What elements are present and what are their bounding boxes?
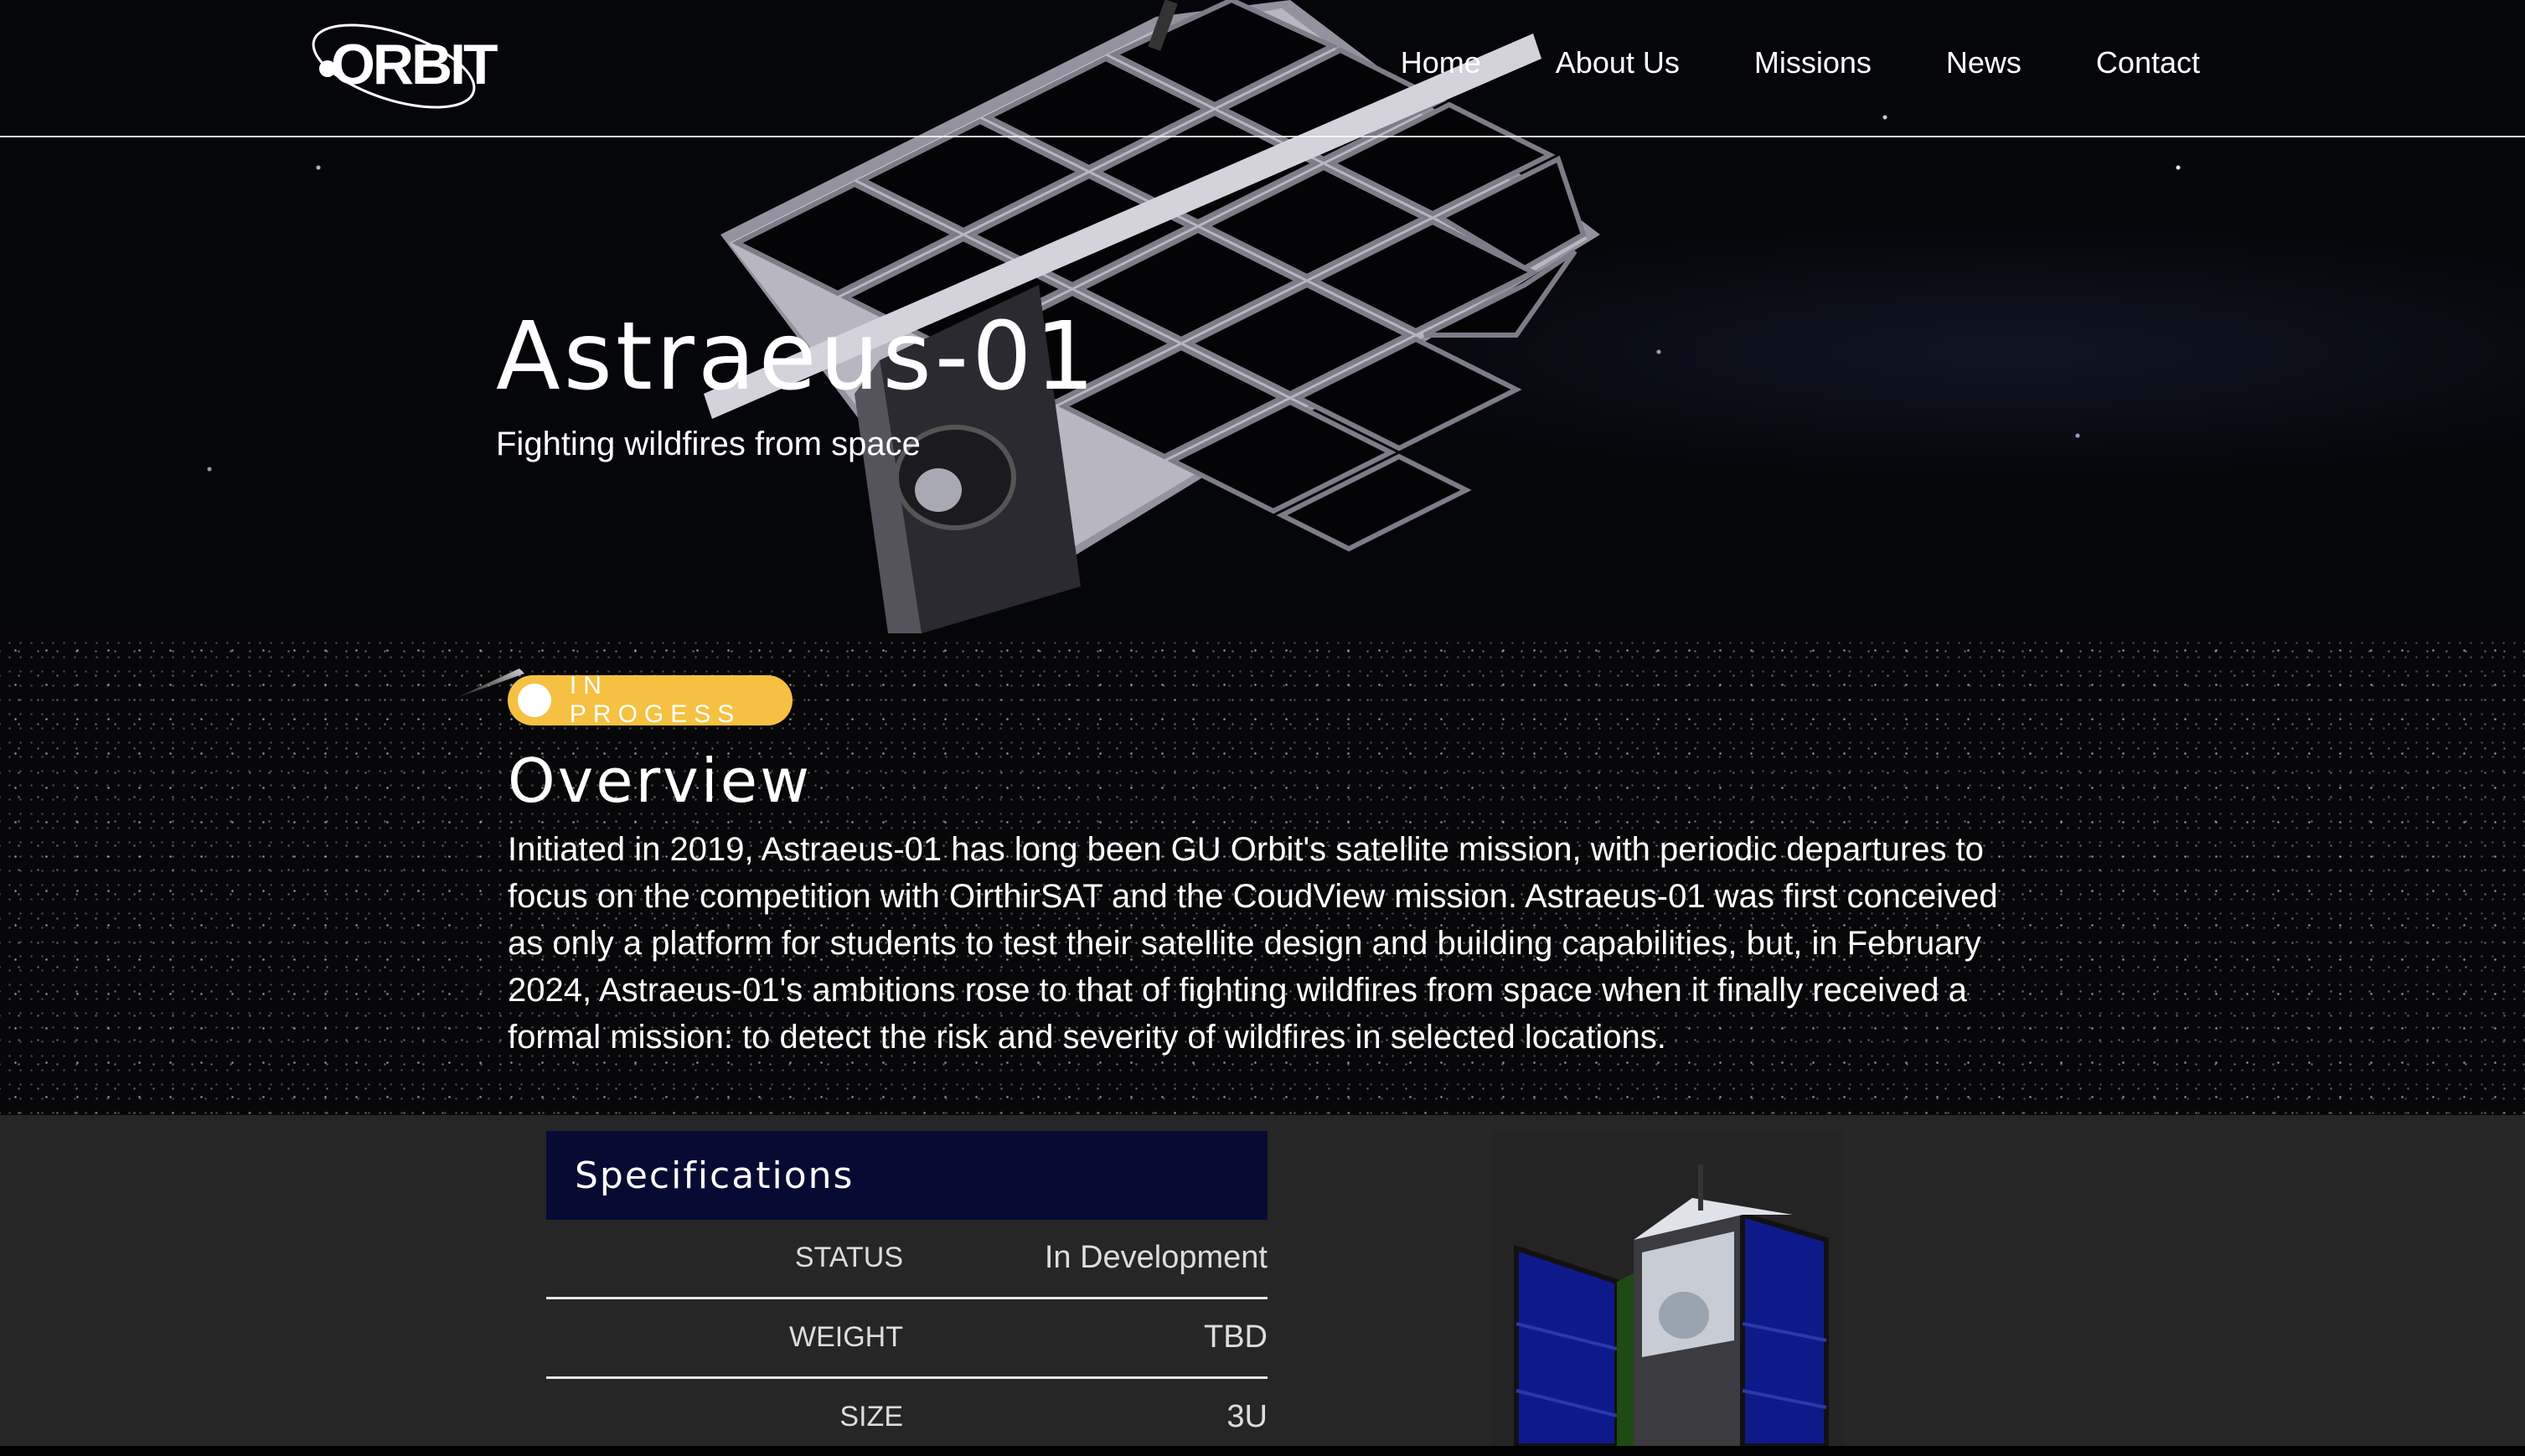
mission-subtitle: Fighting wildfires from space — [496, 426, 921, 462]
nav-link-home[interactable]: Home — [1401, 45, 1481, 80]
nav-link-about-us[interactable]: About Us — [1556, 45, 1680, 80]
nav-link-news[interactable]: News — [1946, 45, 2022, 80]
status-dot-icon — [518, 684, 551, 717]
specifications-title: Specifications — [575, 1154, 855, 1197]
spec-row-size: SIZE 3U — [546, 1379, 1268, 1456]
nav-link-missions[interactable]: Missions — [1754, 45, 1872, 80]
top-navigation: ORBIT Home About Us Missions News Contac… — [0, 0, 2525, 137]
spec-key: STATUS — [794, 1242, 903, 1273]
specifications-table: Specifications STATUS In Development WEI… — [546, 1131, 1268, 1456]
spec-key: WEIGHT — [789, 1321, 903, 1353]
overview-body: Initiated in 2019, Astraeus-01 has long … — [508, 831, 1998, 1056]
specifications-header: Specifications — [546, 1131, 1268, 1220]
spec-value: In Development — [1044, 1240, 1268, 1275]
orbit-logo[interactable]: ORBIT — [306, 12, 498, 121]
overview-heading: Overview — [508, 746, 812, 816]
spec-value: TBD — [1204, 1319, 1268, 1355]
spec-row-weight: WEIGHT TBD — [546, 1299, 1268, 1379]
spec-row-status: STATUS In Development — [546, 1220, 1268, 1299]
cubesat-image — [1491, 1131, 1843, 1446]
nav-link-contact[interactable]: Contact — [2096, 45, 2200, 80]
spec-value: 3U — [1226, 1399, 1268, 1434]
spec-key: SIZE — [839, 1401, 903, 1433]
status-badge: IN PROGESS — [508, 672, 793, 728]
nav-links: Home About Us Missions News Contact — [1326, 45, 2200, 80]
logo-text: ORBIT — [331, 33, 498, 96]
status-badge-label: IN PROGESS — [569, 672, 741, 728]
mission-title: Astraeus-01 — [496, 302, 1098, 411]
